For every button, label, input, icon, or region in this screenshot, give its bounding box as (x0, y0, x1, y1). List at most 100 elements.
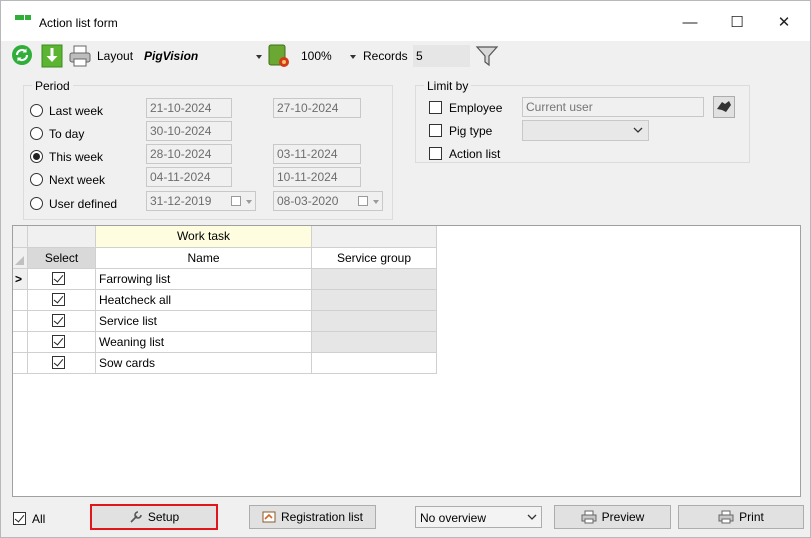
grid-header-blank-2 (312, 226, 437, 248)
print-button[interactable]: Print (678, 505, 804, 529)
table-row-select-cell[interactable] (28, 332, 96, 353)
registration-list-label: Registration list (280, 510, 364, 524)
this-week-to-field: 03-11-2024 (273, 144, 361, 164)
overview-value: No overview (420, 511, 487, 525)
calendar-icon[interactable] (358, 196, 368, 206)
records-label: Records (363, 49, 408, 63)
radio-next-week[interactable] (30, 173, 43, 186)
setup-button[interactable]: Setup (90, 504, 218, 530)
to-day-field: 30-10-2024 (146, 121, 232, 141)
table-row-service-group[interactable] (312, 311, 437, 332)
minimize-button[interactable]: — (670, 9, 710, 35)
table-row-service-group[interactable] (312, 332, 437, 353)
radio-user-defined[interactable] (30, 197, 43, 210)
radio-next-week-label: Next week (49, 173, 106, 187)
work-task-grid: Work task Select Name Service group > Fa… (12, 225, 801, 497)
maximize-button[interactable]: ☐ (717, 9, 757, 35)
refresh-icon[interactable] (11, 44, 33, 66)
pig-type-select[interactable] (522, 120, 649, 141)
employee-input[interactable] (522, 97, 704, 117)
row-header (13, 332, 28, 353)
chevron-down-icon (527, 514, 537, 520)
limit-by-title: Limit by (424, 79, 472, 93)
app-logo-icon (15, 15, 31, 21)
close-button[interactable]: ✕ (764, 9, 804, 35)
chevron-down-icon (256, 55, 262, 59)
table-row-name[interactable]: Service list (96, 311, 312, 332)
chevron-down-icon (350, 55, 356, 59)
print-preview-icon (581, 510, 597, 524)
table-row-service-group[interactable] (312, 290, 437, 311)
this-week-from-field: 28-10-2024 (146, 144, 232, 164)
table-row-service-group[interactable] (312, 269, 437, 290)
row-header (13, 353, 28, 374)
filter-icon[interactable] (475, 44, 499, 68)
user-defined-to-value: 08-03-2020 (277, 194, 339, 208)
title-bar: Action list form — ☐ ✕ (1, 1, 810, 41)
print-icon (718, 510, 734, 524)
row-select-checkbox[interactable] (52, 272, 65, 285)
preview-button[interactable]: Preview (554, 505, 671, 529)
layout-value: PigVision (144, 49, 199, 63)
pig-type-label: Pig type (449, 124, 493, 138)
action-list-label: Action list (449, 147, 501, 161)
all-checkbox[interactable] (13, 512, 26, 525)
row-select-checkbox[interactable] (52, 293, 65, 306)
radio-to-day[interactable] (30, 127, 43, 140)
next-week-from-field: 04-11-2024 (146, 167, 232, 187)
table-row-name[interactable]: Weaning list (96, 332, 312, 353)
column-header-select[interactable]: Select (28, 248, 96, 269)
pig-type-checkbox[interactable] (429, 124, 442, 137)
table-row-select-cell[interactable] (28, 290, 96, 311)
user-defined-to-field[interactable]: 08-03-2020 (273, 191, 383, 211)
zoom-value: 100% (301, 49, 332, 63)
next-week-to-field: 10-11-2024 (273, 167, 361, 187)
period-group: Period Last week 21-10-2024 27-10-2024 T… (23, 79, 393, 220)
row-select-checkbox[interactable] (52, 335, 65, 348)
layout-select[interactable]: PigVision (141, 45, 265, 67)
chevron-down-icon (246, 200, 252, 204)
calendar-icon[interactable] (231, 196, 241, 206)
table-row-name[interactable]: Sow cards (96, 353, 312, 374)
employee-checkbox[interactable] (429, 101, 442, 114)
registration-list-button[interactable]: Registration list (249, 505, 376, 529)
grid-header-blank (28, 226, 96, 248)
column-header-name[interactable]: Name (96, 248, 312, 269)
all-label: All (32, 512, 46, 526)
table-row-name[interactable]: Farrowing list (96, 269, 312, 290)
layout-label: Layout (97, 49, 134, 63)
table-row-service-group[interactable] (312, 353, 437, 374)
lookup-icon[interactable] (713, 96, 735, 118)
row-select-checkbox[interactable] (52, 356, 65, 369)
last-week-from-field: 21-10-2024 (146, 98, 232, 118)
table-row-select-cell[interactable] (28, 353, 96, 374)
action-list-window: Action list form — ☐ ✕ Layout PigVision (0, 0, 811, 538)
radio-last-week-label: Last week (49, 104, 104, 118)
table-row-select-cell[interactable] (28, 311, 96, 332)
column-header-service-group[interactable]: Service group (312, 248, 437, 269)
radio-this-week-label: This week (49, 150, 104, 164)
table-row-select-cell[interactable] (28, 269, 96, 290)
radio-to-day-label: To day (49, 127, 85, 141)
grid-corner-top (13, 226, 28, 248)
layout-settings-icon[interactable] (267, 43, 291, 69)
download-icon[interactable] (41, 44, 63, 68)
overview-select[interactable]: No overview (415, 506, 542, 528)
zoom-select[interactable]: 100% (298, 45, 358, 67)
radio-last-week[interactable] (30, 104, 43, 117)
radio-this-week[interactable] (30, 150, 43, 163)
row-select-checkbox[interactable] (52, 314, 65, 327)
period-title: Period (32, 79, 73, 93)
employee-label: Employee (449, 101, 503, 115)
table-row-name[interactable]: Heatcheck all (96, 290, 312, 311)
registration-icon (262, 511, 276, 523)
row-header (13, 290, 28, 311)
action-list-checkbox[interactable] (429, 147, 442, 160)
print-icon[interactable] (69, 45, 91, 67)
user-defined-from-field[interactable]: 31-12-2019 (146, 191, 256, 211)
print-label: Print (739, 510, 764, 524)
grid-corner-icon (13, 248, 28, 269)
current-row-indicator: > (13, 269, 28, 290)
row-header (13, 311, 28, 332)
radio-user-defined-label: User defined (49, 197, 118, 211)
